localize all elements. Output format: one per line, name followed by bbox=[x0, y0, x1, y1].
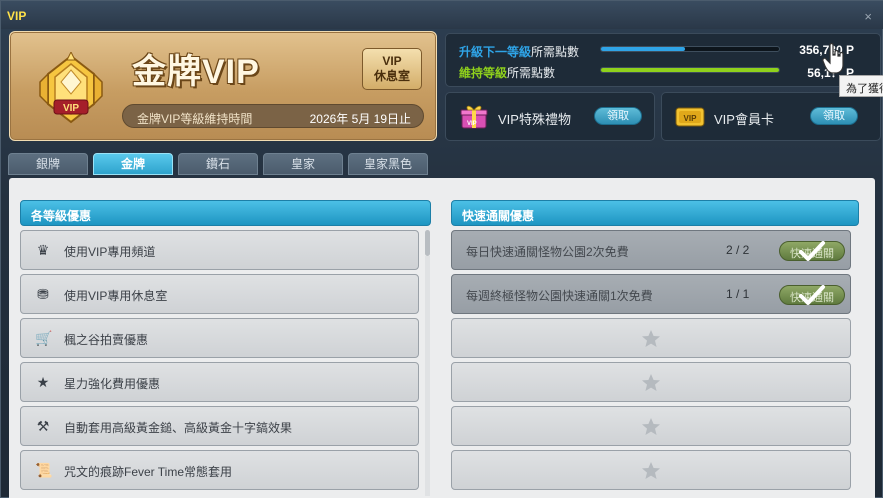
benefit-label: 使用VIP專用頻道 bbox=[64, 245, 156, 259]
next-level-label-rest: 所需點數 bbox=[531, 45, 580, 59]
gift-label: VIP特殊禮物 bbox=[498, 112, 571, 127]
tab-diamond[interactable]: 鑽石 bbox=[178, 153, 258, 175]
tooltip: 為了獲得 bbox=[839, 75, 883, 97]
benefit-label: 楓之谷拍賣優惠 bbox=[64, 333, 149, 347]
quick-pass-row-daily: 每日快速通關怪物公園2次免費 2 / 2 快速通關 bbox=[451, 230, 851, 270]
benefit-label: 自動套用高級黃金鎚、高級黃金十字鎬效果 bbox=[64, 421, 293, 435]
tab-royal[interactable]: 皇家 bbox=[263, 153, 343, 175]
window-title: VIP bbox=[7, 9, 27, 23]
benefit-row-starforce: ★ 星力強化費用優惠 bbox=[20, 362, 419, 402]
vip-lounge-button[interactable]: VIP 休息室 bbox=[362, 48, 422, 90]
empty-star-icon bbox=[642, 462, 660, 479]
quick-pass-label: 每週終極怪物公園快速通關1次免費 bbox=[466, 289, 653, 303]
svg-text:VIP: VIP bbox=[467, 121, 477, 127]
quick-pass-button[interactable]: 快速通關 bbox=[779, 241, 845, 261]
cart-icon: 🛒 bbox=[35, 330, 53, 346]
benefit-label: 咒文的痕跡Fever Time常態套用 bbox=[64, 465, 233, 479]
keep-period-bar: 金牌VIP等級維持時間 2026年 5月 19日止 bbox=[122, 104, 424, 128]
vip-window: VIP × VIP 金牌VIP VIP 休息室 金牌VIP等級維持時間 2026… bbox=[0, 0, 883, 498]
member-card-label: VIP會員卡 bbox=[714, 112, 774, 127]
next-level-label-highlight: 升級下一等級 bbox=[459, 45, 532, 59]
title-bar[interactable]: VIP × bbox=[1, 1, 883, 29]
quick-pass-label: 每日快速通關怪物公園2次免費 bbox=[466, 245, 629, 259]
next-level-progress-bar bbox=[600, 46, 780, 52]
svg-text:VIP: VIP bbox=[63, 103, 79, 114]
benefit-row-vip-lounge: ⛃ 使用VIP專用休息室 bbox=[20, 274, 419, 314]
scroll-icon: 📜 bbox=[35, 462, 53, 478]
benefit-row-golden-hammer: ⚒ 自動套用高級黃金鎚、高級黃金十字鎬效果 bbox=[20, 406, 419, 446]
tab-gold[interactable]: 金牌 bbox=[93, 153, 173, 175]
keep-period-label: 金牌VIP等級維持時間 bbox=[137, 112, 253, 126]
benefit-row-fever-time: 📜 咒文的痕跡Fever Time常態套用 bbox=[20, 450, 419, 490]
vip-tier-card: VIP 金牌VIP VIP 休息室 金牌VIP等級維持時間 2026年 5月 1… bbox=[9, 31, 437, 141]
maintain-label-highlight: 維持等級 bbox=[459, 66, 508, 80]
points-panel: 升級下一等級所需點數 356,730 P 維持等級所需點數 56,1？ P bbox=[445, 33, 881, 87]
scrollbar-thumb[interactable] bbox=[425, 230, 430, 256]
star-icon: ★ bbox=[36, 374, 50, 390]
keep-period-date: 2026年 5月 19日止 bbox=[309, 112, 411, 126]
gold-medal-icon: VIP bbox=[39, 52, 103, 124]
lounge-button-line2: 休息室 bbox=[373, 69, 410, 83]
quick-pass-row-empty bbox=[451, 318, 851, 358]
tier-name: 金牌VIP bbox=[132, 53, 260, 91]
quick-pass-count: 1 / 1 bbox=[726, 287, 750, 301]
benefit-label: 星力強化費用優惠 bbox=[64, 377, 161, 391]
maintain-label-rest: 所需點數 bbox=[507, 66, 556, 80]
tab-royal-black[interactable]: 皇家黑色 bbox=[348, 153, 428, 175]
chair-icon: ⛃ bbox=[37, 286, 49, 302]
member-card-icon: VIP bbox=[675, 107, 705, 127]
benefit-row-vip-channel: ♛ 使用VIP專用頻道 bbox=[20, 230, 419, 270]
benefit-label: 使用VIP專用休息室 bbox=[64, 289, 168, 303]
scrollbar-track[interactable] bbox=[425, 256, 430, 496]
empty-star-icon bbox=[642, 374, 660, 391]
quick-pass-row-empty bbox=[451, 406, 851, 446]
quick-pass-button[interactable]: 快速通關 bbox=[779, 285, 845, 305]
quick-pass-count: 2 / 2 bbox=[726, 243, 750, 257]
crown-icon: ♛ bbox=[36, 242, 50, 258]
maintain-label: 維持等級所需點數 bbox=[459, 64, 555, 81]
checkmark-icon bbox=[799, 285, 825, 305]
gift-icon: VIP bbox=[460, 105, 488, 129]
benefits-header: 各等級優惠 bbox=[20, 200, 431, 226]
quick-pass-row-empty bbox=[451, 362, 851, 402]
lounge-button-line1: VIP bbox=[382, 54, 402, 68]
quick-pass-row-weekly: 每週終極怪物公園快速通關1次免費 1 / 1 快速通關 bbox=[451, 274, 851, 314]
quick-pass-header: 快速通關優惠 bbox=[451, 200, 859, 226]
vip-gift-box: VIP VIP特殊禮物 領取 bbox=[445, 92, 655, 141]
maintain-progress-bar bbox=[600, 67, 780, 73]
svg-text:VIP: VIP bbox=[684, 114, 698, 123]
member-card-claim-button[interactable]: 領取 bbox=[810, 107, 858, 125]
hammer-icon: ⚒ bbox=[36, 418, 50, 434]
maintain-progress-fill bbox=[601, 68, 779, 72]
empty-star-icon bbox=[642, 418, 660, 435]
checkmark-icon bbox=[799, 241, 825, 261]
next-level-label: 升級下一等級所需點數 bbox=[459, 43, 579, 60]
vip-member-card-box: VIP VIP會員卡 領取 bbox=[661, 92, 881, 141]
tab-silver[interactable]: 銀牌 bbox=[8, 153, 88, 175]
quick-pass-row-empty bbox=[451, 450, 851, 490]
gift-claim-button[interactable]: 領取 bbox=[594, 107, 642, 125]
mouse-cursor-icon bbox=[822, 42, 844, 74]
benefit-row-auction: 🛒 楓之谷拍賣優惠 bbox=[20, 318, 419, 358]
empty-star-icon bbox=[642, 330, 660, 347]
next-level-progress-fill bbox=[601, 47, 685, 51]
close-icon[interactable]: × bbox=[864, 9, 872, 24]
